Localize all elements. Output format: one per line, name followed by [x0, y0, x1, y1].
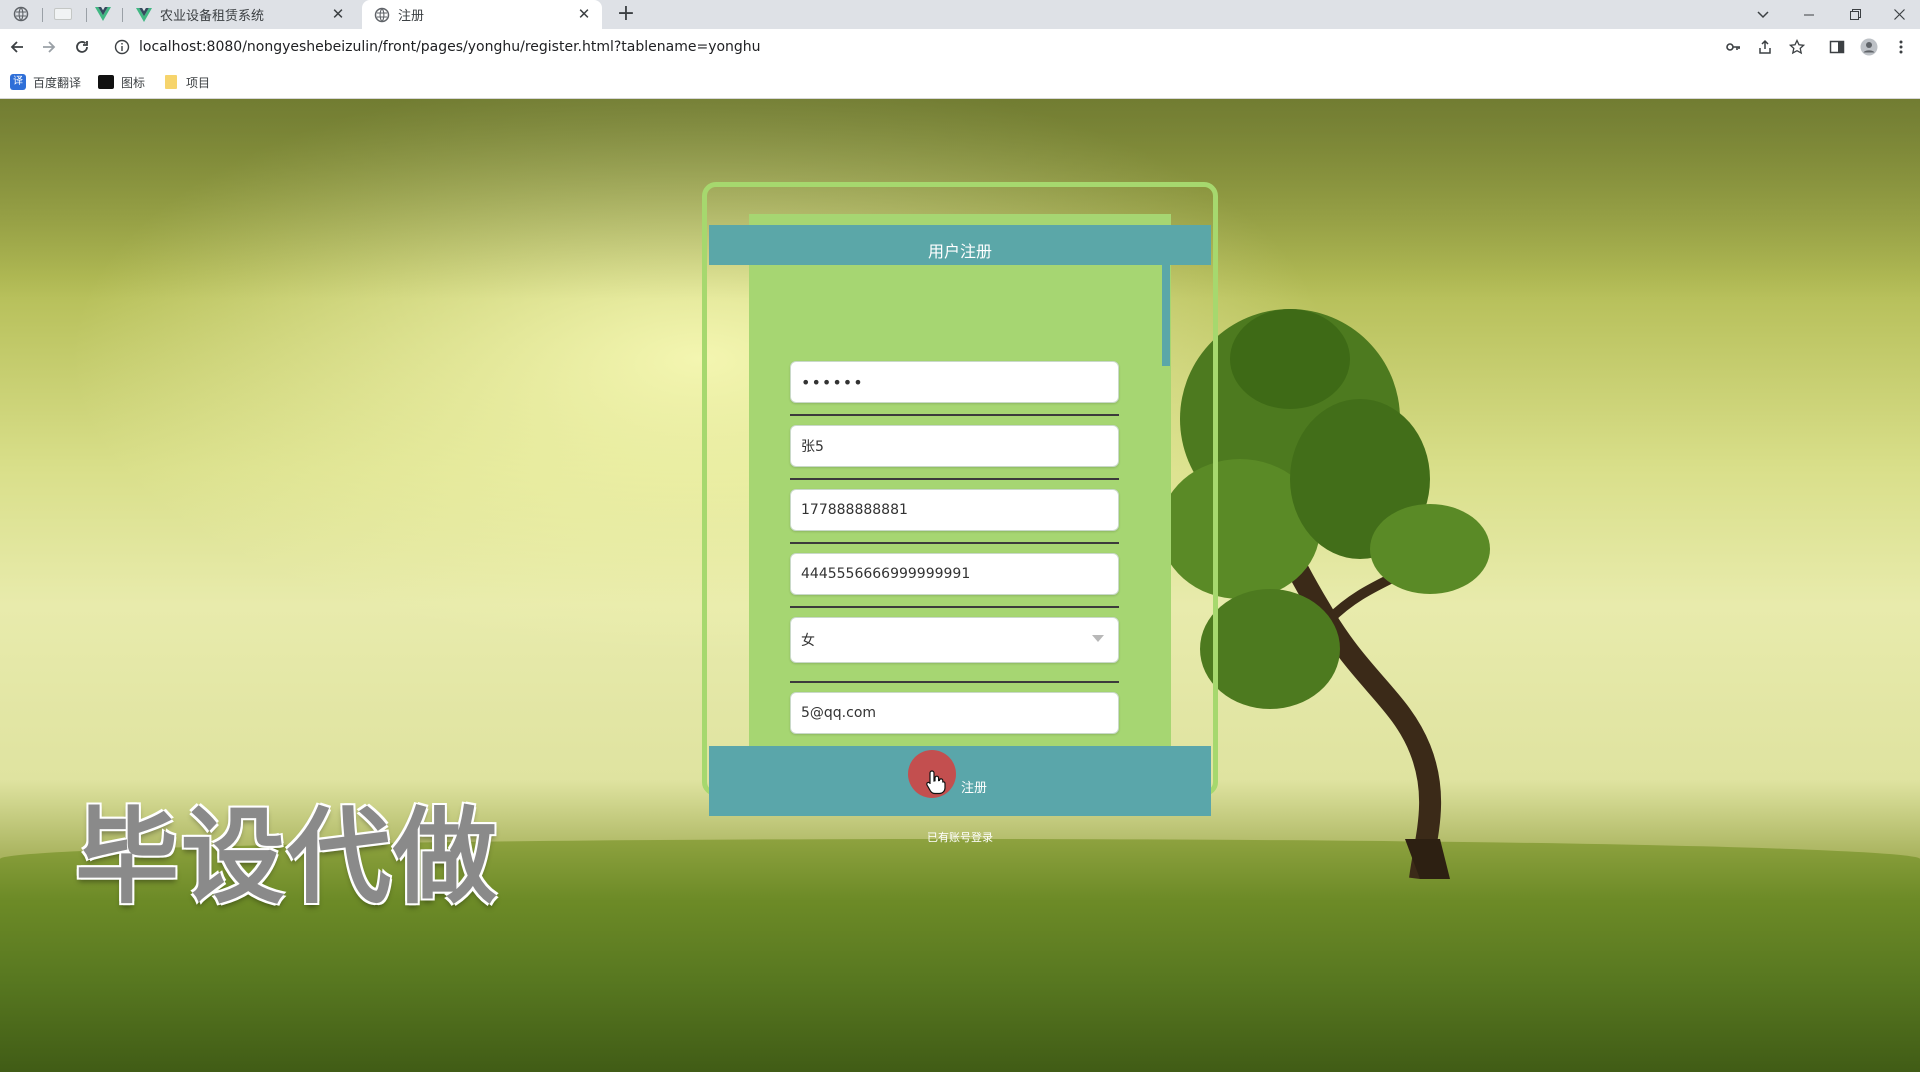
pinned-tab-globe[interactable] — [6, 3, 36, 25]
close-tab-icon[interactable]: ✕ — [576, 6, 592, 22]
folder-icon — [163, 74, 179, 90]
tab-search-button[interactable] — [1740, 0, 1786, 29]
new-tab-button[interactable]: + — [614, 2, 638, 26]
bookmark-baidu-translate[interactable]: 译 百度翻译 — [10, 72, 81, 92]
image-icon — [98, 74, 114, 90]
side-panel-icon — [1829, 40, 1845, 54]
bookmark-star-button[interactable] — [1787, 37, 1807, 57]
key-icon — [1726, 43, 1740, 51]
close-tab-icon[interactable]: ✕ — [330, 6, 346, 22]
vue-logo-icon — [136, 7, 152, 22]
password-confirm-input[interactable]: •••••• — [790, 361, 1119, 403]
form-title: 用户注册 — [709, 225, 1211, 265]
name-input[interactable]: 张5 — [790, 425, 1119, 467]
tab-title: 农业设备租赁系统 — [160, 9, 265, 24]
reload-icon — [76, 41, 88, 53]
watermark-text: 毕设代做 — [75, 796, 500, 918]
bookmark-label: 图标 — [121, 75, 146, 90]
close-icon — [1893, 9, 1905, 20]
minimize-icon — [1804, 14, 1814, 15]
bookmark-label: 项目 — [186, 75, 211, 90]
register-card — [749, 214, 1171, 762]
reload-button[interactable] — [70, 35, 94, 59]
globe-icon — [374, 7, 390, 22]
side-panel-button[interactable] — [1827, 37, 1847, 57]
tab-strip: 农业设备租赁系统 ✕ 注册 ✕ + — [0, 0, 1920, 29]
share-button[interactable] — [1755, 37, 1775, 57]
chevron-down-icon — [1092, 635, 1104, 642]
pinned-tab-blank[interactable] — [48, 3, 78, 25]
arrow-left-icon — [10, 41, 23, 53]
back-button[interactable] — [5, 35, 29, 59]
menu-button[interactable] — [1891, 37, 1911, 57]
translate-icon: 译 — [10, 74, 26, 90]
browser-toolbar: localhost:8080/nongyeshebeizulin/front/p… — [0, 29, 1920, 65]
globe-icon — [13, 6, 29, 22]
arrow-right-icon — [43, 41, 56, 53]
avatar-icon — [1860, 38, 1878, 56]
field-divider — [790, 478, 1119, 480]
close-window-button[interactable] — [1878, 0, 1920, 29]
register-button[interactable]: 注册 — [709, 746, 1211, 816]
vue-logo-icon — [95, 7, 111, 21]
tree-illustration — [1170, 309, 1490, 879]
gender-select-value: 女 — [801, 633, 815, 649]
tab-register[interactable]: 注册 ✕ — [362, 0, 602, 29]
tab-nongye[interactable]: 农业设备租赁系统 ✕ — [124, 0, 356, 29]
phone-input[interactable]: 177888888881 — [790, 489, 1119, 531]
hand-cursor-icon — [926, 770, 946, 795]
restore-icon — [1849, 9, 1861, 20]
login-link[interactable]: 已有账号登录 — [749, 824, 1171, 850]
address-bar[interactable]: localhost:8080/nongyeshebeizulin/front/p… — [106, 33, 1786, 61]
bookmark-icons[interactable]: 图标 — [98, 72, 145, 92]
field-divider — [790, 681, 1119, 683]
bookmark-folder-project[interactable]: 项目 — [163, 72, 210, 92]
scrollbar-thumb[interactable] — [1162, 262, 1170, 366]
tab-title: 注册 — [398, 9, 425, 24]
share-icon — [1759, 39, 1771, 54]
pinned-tab-vue[interactable] — [88, 3, 118, 25]
bookmarks-bar: 译 百度翻译 图标 项目 — [0, 65, 1920, 99]
idcard-input[interactable]: 4445556666999999991 — [790, 553, 1119, 595]
kebab-menu-icon — [1899, 40, 1903, 54]
password-key-button[interactable] — [1723, 37, 1743, 57]
restore-button[interactable] — [1832, 0, 1878, 29]
register-button-label: 注册 — [960, 780, 987, 796]
gender-select[interactable]: 女 — [790, 617, 1119, 663]
blank-page-icon — [54, 8, 72, 20]
chevron-down-icon — [1757, 10, 1769, 18]
minimize-button[interactable] — [1786, 0, 1832, 29]
bookmark-label: 百度翻译 — [33, 75, 82, 90]
field-divider — [790, 542, 1119, 544]
field-divider — [790, 414, 1119, 416]
email-input[interactable]: 5@qq.com — [790, 692, 1119, 734]
url-text: localhost:8080/nongyeshebeizulin/front/p… — [139, 39, 761, 55]
star-icon — [1789, 39, 1805, 55]
field-divider — [790, 606, 1119, 608]
profile-button[interactable] — [1859, 37, 1879, 57]
info-icon[interactable] — [114, 39, 130, 55]
forward-button[interactable] — [37, 35, 61, 59]
